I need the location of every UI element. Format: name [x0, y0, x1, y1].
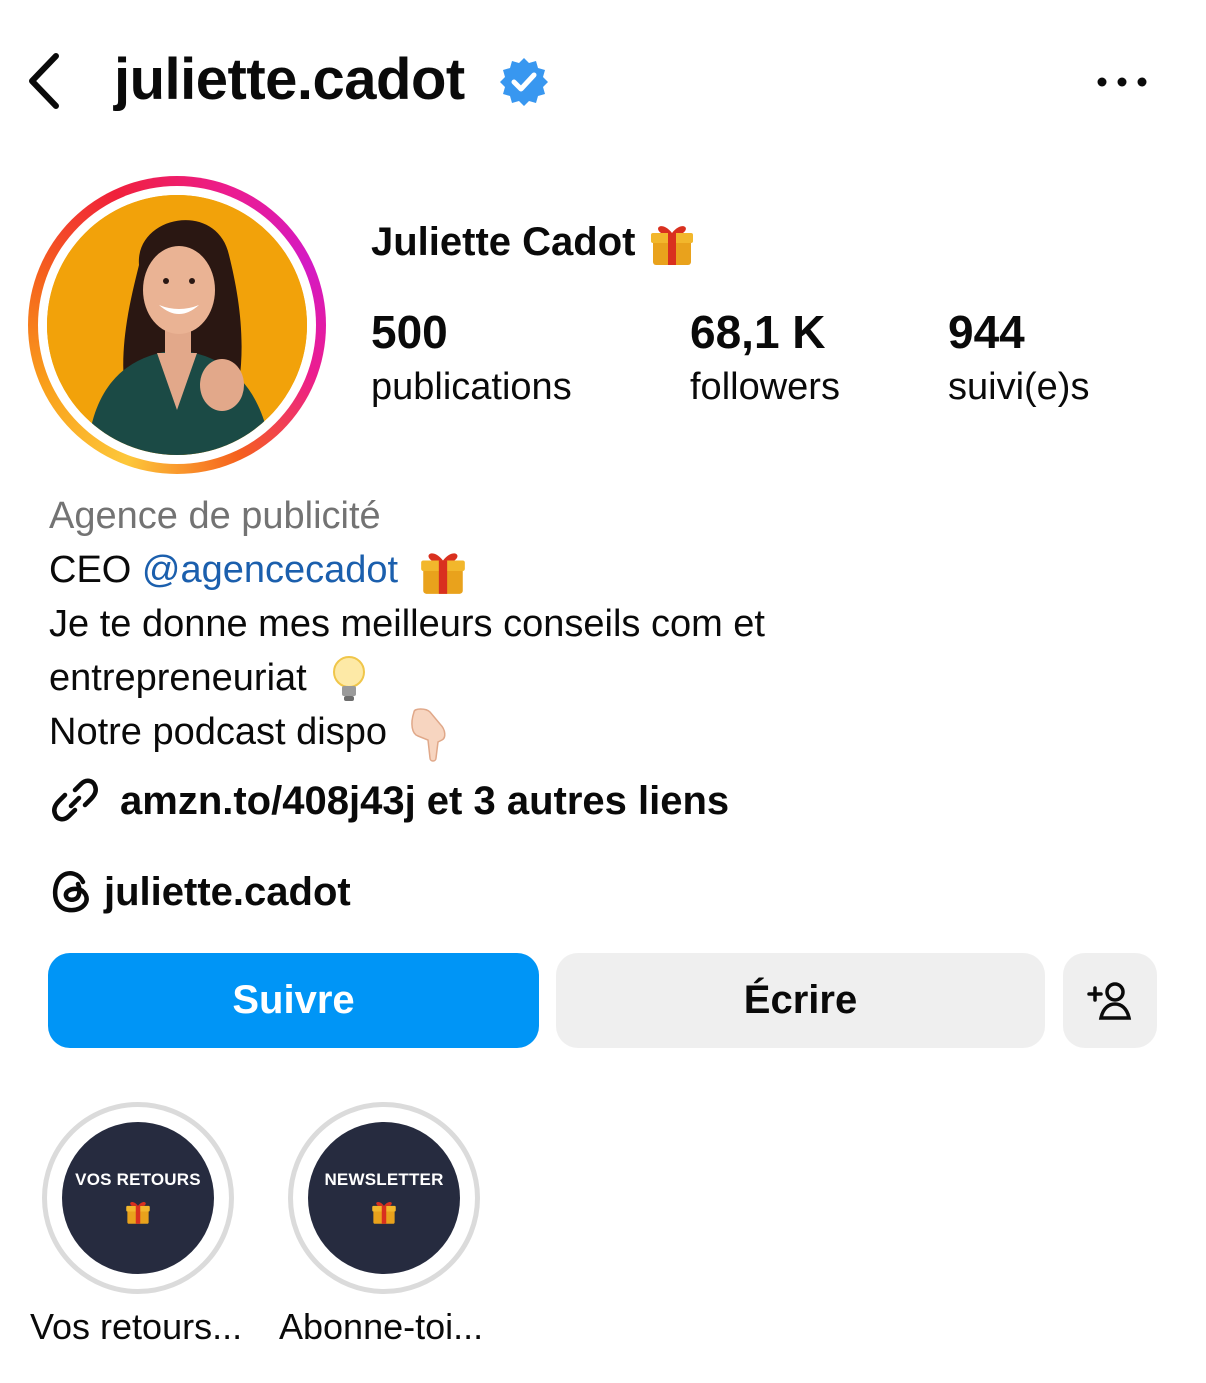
display-name-text: Juliette Cadot [371, 220, 636, 264]
follow-button[interactable]: Suivre [48, 953, 539, 1048]
gift-emoji-icon [420, 553, 465, 594]
profile-avatar[interactable] [47, 195, 307, 455]
bio-text: Notre podcast dispo [49, 711, 387, 753]
profile-display-name: Juliette Cadot [371, 214, 697, 270]
highlight-newsletter[interactable]: NEWSLETTER [288, 1102, 480, 1294]
bio-text: entrepreneuriat [49, 657, 307, 699]
verified-badge-icon [498, 56, 550, 108]
stat-label: suivi(e)s [948, 366, 1090, 408]
highlight-vos-retours[interactable]: VOS RETOURS [42, 1102, 234, 1294]
chevron-left-icon [29, 53, 59, 109]
gift-emoji-icon [372, 1201, 396, 1224]
bio-ceo-text: CEO [49, 549, 142, 591]
stat-label: publications [371, 366, 572, 408]
stat-value: 944 [948, 306, 1025, 358]
highlight-cover: VOS RETOURS [62, 1122, 214, 1274]
bio-line-entrepreneuriat: entrepreneuriat [49, 651, 371, 706]
bio-line-podcast: Notre podcast dispo [49, 705, 450, 762]
threads-icon[interactable] [49, 868, 93, 914]
highlight-cover: NEWSLETTER [308, 1122, 460, 1274]
more-horizontal-icon [1097, 77, 1147, 87]
bio-line-ceo: CEO @agencecadot [49, 543, 469, 598]
stat-value: 500 [371, 306, 448, 358]
external-link-text[interactable]: amzn.to/408j43j et 3 autres liens [120, 772, 729, 830]
highlight-ring: NEWSLETTER [288, 1102, 480, 1294]
stat-label: followers [690, 366, 840, 408]
gift-emoji-icon [126, 1201, 150, 1224]
external-link[interactable] [49, 772, 101, 832]
stat-value: 68,1 K [690, 306, 826, 358]
more-options-button[interactable] [1092, 64, 1152, 100]
link-icon [51, 778, 99, 822]
suggested-users-button[interactable] [1063, 953, 1157, 1048]
highlight-ring: VOS RETOURS [42, 1102, 234, 1294]
message-button[interactable]: Écrire [556, 953, 1045, 1048]
highlight-label: Abonne-toi... [279, 1306, 484, 1347]
pointing-down-emoji-icon [410, 708, 446, 762]
back-button[interactable] [22, 46, 72, 116]
bio-line: Je te donne mes meilleurs conseils com e… [49, 603, 765, 645]
lightbulb-emoji-icon [333, 655, 366, 701]
highlight-cover-text: VOS RETOURS [75, 1170, 201, 1189]
gift-emoji-icon [650, 226, 693, 266]
profile-category: Agence de publicité [49, 495, 381, 537]
stat-followers[interactable]: 68,1 K followers [690, 302, 840, 412]
stat-publications[interactable]: 500 publications [371, 302, 572, 412]
header-username: juliette.cadot [114, 47, 465, 112]
add-user-icon [1087, 981, 1132, 1020]
threads-handle[interactable]: juliette.cadot [104, 864, 351, 920]
highlight-label: Vos retours... [30, 1306, 243, 1347]
stat-following[interactable]: 944 suivi(e)s [948, 302, 1089, 412]
highlight-cover-text: NEWSLETTER [324, 1170, 444, 1189]
mention-link[interactable]: @agencecadot [142, 549, 398, 591]
